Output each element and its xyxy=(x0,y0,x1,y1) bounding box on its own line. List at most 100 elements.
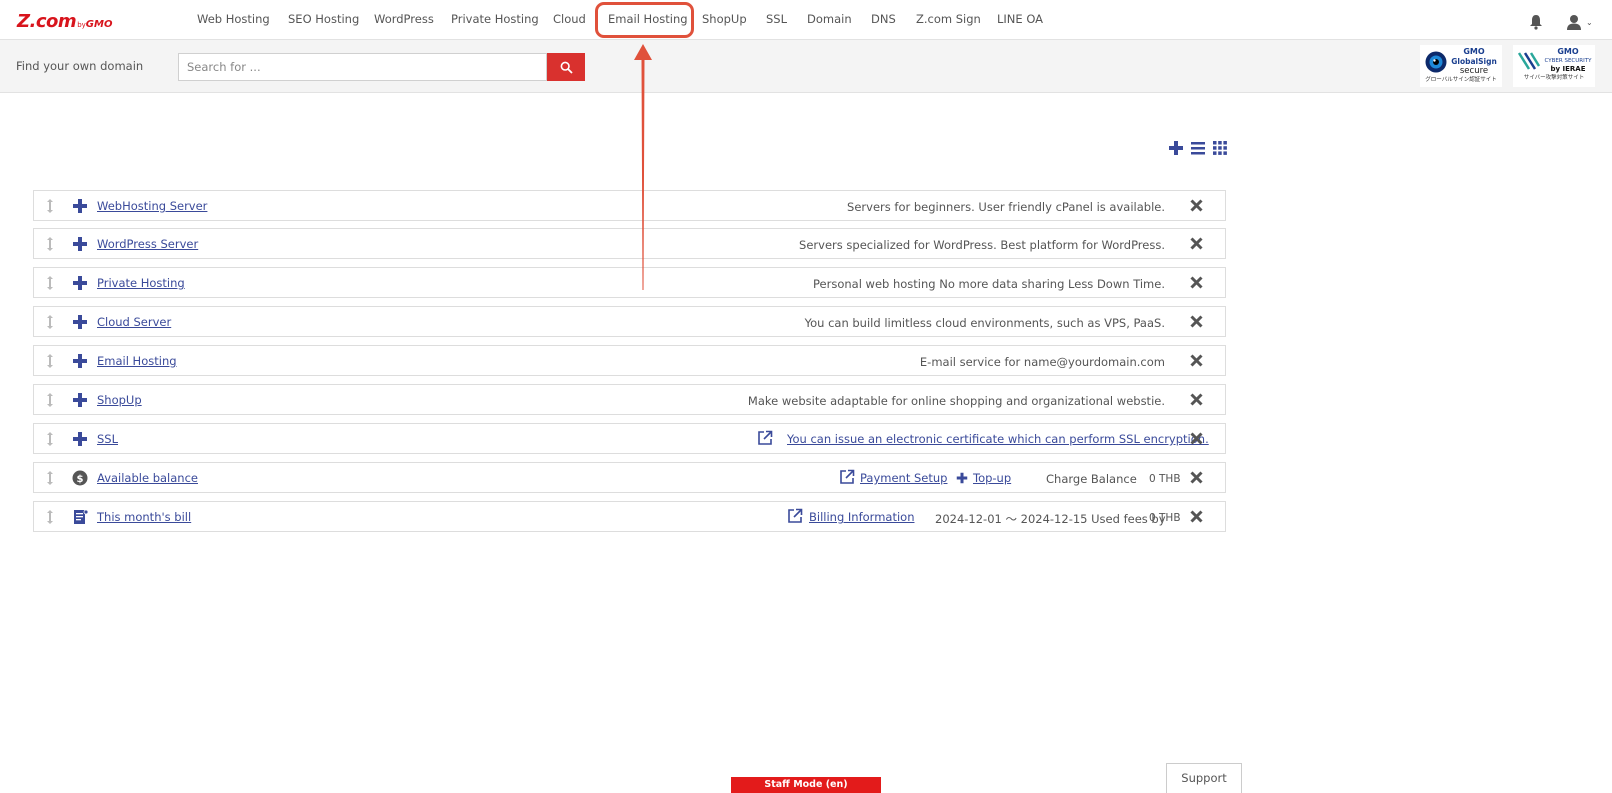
charge-balance-label: Charge Balance xyxy=(1046,472,1137,486)
list-view-icon[interactable] xyxy=(1190,140,1206,156)
widget-title[interactable]: SSL xyxy=(97,432,118,446)
globalsign-secure: secure xyxy=(1459,66,1489,76)
widget-title[interactable]: This month's bill xyxy=(97,510,191,524)
billing-information-link[interactable]: Billing Information xyxy=(809,510,914,524)
external-link-icon[interactable] xyxy=(839,469,855,485)
search-button[interactable] xyxy=(547,53,585,81)
close-icon[interactable] xyxy=(1190,237,1203,250)
logo-by: by xyxy=(77,21,86,29)
zcom-logo[interactable]: Z.com by GMO xyxy=(17,11,112,32)
widget-title[interactable]: Private Hosting xyxy=(97,276,185,290)
plus-icon[interactable] xyxy=(72,314,88,330)
widget-description: Personal web hosting No more data sharin… xyxy=(813,277,1165,291)
plus-icon[interactable] xyxy=(956,472,968,484)
drag-handle-icon[interactable] xyxy=(46,471,54,485)
chevron-down-icon[interactable]: ⌄ xyxy=(1586,18,1593,27)
bill-amount: 0 THB xyxy=(1149,512,1181,524)
nav-web-hosting[interactable]: Web Hosting xyxy=(197,12,270,26)
ssl-certificate-link[interactable]: You can issue an electronic certificate … xyxy=(787,432,1209,446)
close-icon[interactable] xyxy=(1190,315,1203,328)
drag-handle-icon[interactable] xyxy=(46,199,54,213)
nav-ssl[interactable]: SSL xyxy=(766,12,787,26)
drag-handle-icon[interactable] xyxy=(46,315,54,329)
globalsign-gmo: GMO xyxy=(1463,47,1485,56)
widget-email-hosting: Email Hosting E-mail service for name@yo… xyxy=(33,345,1226,376)
close-icon[interactable] xyxy=(1190,276,1203,289)
plus-icon[interactable] xyxy=(72,353,88,369)
widget-private-hosting: Private Hosting Personal web hosting No … xyxy=(33,267,1226,298)
domain-search-input[interactable] xyxy=(178,53,547,81)
widget-description: You can build limitless cloud environmen… xyxy=(804,316,1165,330)
drag-handle-icon[interactable] xyxy=(46,276,54,290)
external-link-icon[interactable] xyxy=(757,430,773,446)
logo-main: Z.com xyxy=(17,11,77,32)
widget-title[interactable]: WebHosting Server xyxy=(97,199,207,213)
drag-handle-icon[interactable] xyxy=(46,510,54,524)
nav-cloud[interactable]: Cloud xyxy=(553,12,586,26)
close-icon[interactable] xyxy=(1190,393,1203,406)
close-icon[interactable] xyxy=(1190,432,1203,445)
globalsign-jp: グローバルサイン認証サイト xyxy=(1425,77,1497,83)
plus-icon[interactable] xyxy=(72,198,88,214)
user-icon[interactable] xyxy=(1566,14,1582,30)
nav-line-oa[interactable]: LINE OA xyxy=(997,12,1043,26)
email-hosting-highlight xyxy=(595,2,694,38)
nav-dns[interactable]: DNS xyxy=(871,12,896,26)
nav-seo-hosting[interactable]: SEO Hosting xyxy=(288,12,359,26)
close-icon[interactable] xyxy=(1190,510,1203,523)
close-icon[interactable] xyxy=(1190,354,1203,367)
domain-search-bar: Find your own domain GMO GlobalSign secu… xyxy=(0,40,1612,93)
widget-description: Make website adaptable for online shoppi… xyxy=(747,394,1165,408)
plus-icon[interactable] xyxy=(72,392,88,408)
globalsign-eye-icon xyxy=(1425,51,1447,72)
drag-handle-icon[interactable] xyxy=(46,393,54,407)
plus-icon[interactable] xyxy=(72,236,88,252)
widget-ssl: SSL You can issue an electronic certific… xyxy=(33,423,1226,454)
widget-description: E-mail service for name@yourdomain.com xyxy=(919,355,1165,369)
coin-icon: $ xyxy=(72,470,88,486)
widget-title[interactable]: Cloud Server xyxy=(97,315,171,329)
nav-shopup[interactable]: ShopUp xyxy=(702,12,747,26)
external-link-icon[interactable] xyxy=(787,508,803,524)
widget-title[interactable]: Available balance xyxy=(97,471,198,485)
balance-amount: 0 THB xyxy=(1149,473,1181,485)
top-navigation: Z.com by GMO Web Hosting SEO Hosting Wor… xyxy=(0,0,1612,40)
top-up-link[interactable]: Top-up xyxy=(973,471,1011,485)
bill-icon xyxy=(74,509,88,524)
plus-icon[interactable] xyxy=(72,275,88,291)
nav-private-hosting[interactable]: Private Hosting xyxy=(451,12,539,26)
payment-setup-link[interactable]: Payment Setup xyxy=(860,471,947,485)
bell-icon[interactable] xyxy=(1529,14,1543,30)
support-button[interactable]: Support xyxy=(1166,763,1242,793)
widget-title[interactable]: ShopUp xyxy=(97,393,142,407)
plus-icon[interactable] xyxy=(1168,140,1184,156)
nav-zcom-sign[interactable]: Z.com Sign xyxy=(916,12,981,26)
globalsign-badge[interactable]: GMO GlobalSign secure グローバルサイン認証サイト xyxy=(1420,45,1502,87)
nav-wordpress[interactable]: WordPress xyxy=(374,12,434,26)
close-icon[interactable] xyxy=(1190,471,1203,484)
widget-monthly-bill: This month's bill Billing Information 20… xyxy=(33,501,1226,532)
staff-mode-banner: Staff Mode (en) xyxy=(731,777,881,793)
ierae-logo-icon xyxy=(1517,51,1540,70)
widget-description: Servers specialized for WordPress. Best … xyxy=(799,238,1165,252)
widget-webhosting-server: WebHosting Server Servers for beginners.… xyxy=(33,190,1226,221)
plus-icon[interactable] xyxy=(72,431,88,447)
widget-title[interactable]: Email Hosting xyxy=(97,354,177,368)
drag-handle-icon[interactable] xyxy=(46,237,54,251)
widget-shopup: ShopUp Make website adaptable for online… xyxy=(33,384,1226,415)
grid-view-icon[interactable] xyxy=(1212,140,1228,156)
widget-title[interactable]: WordPress Server xyxy=(97,237,198,251)
ierae-name: CYBER SECURITY xyxy=(1544,58,1592,64)
billing-period: 2024-12-01 〜 2024-12-15 Used fees by xyxy=(935,512,1166,526)
ierae-by: by IERAE xyxy=(1550,65,1586,73)
ierae-badge[interactable]: GMO CYBER SECURITY by IERAE サイバー攻撃対策サイト xyxy=(1513,45,1595,87)
search-icon xyxy=(560,61,573,74)
drag-handle-icon[interactable] xyxy=(46,354,54,368)
drag-handle-icon[interactable] xyxy=(46,432,54,446)
widget-wordpress-server: WordPress Server Servers specialized for… xyxy=(33,228,1226,259)
close-icon[interactable] xyxy=(1190,199,1203,212)
globalsign-name: GlobalSign xyxy=(1451,57,1497,66)
nav-domain[interactable]: Domain xyxy=(807,12,852,26)
ierae-jp: サイバー攻撃対策サイト xyxy=(1523,75,1585,81)
widget-description: Servers for beginners. User friendly cPa… xyxy=(847,200,1165,214)
